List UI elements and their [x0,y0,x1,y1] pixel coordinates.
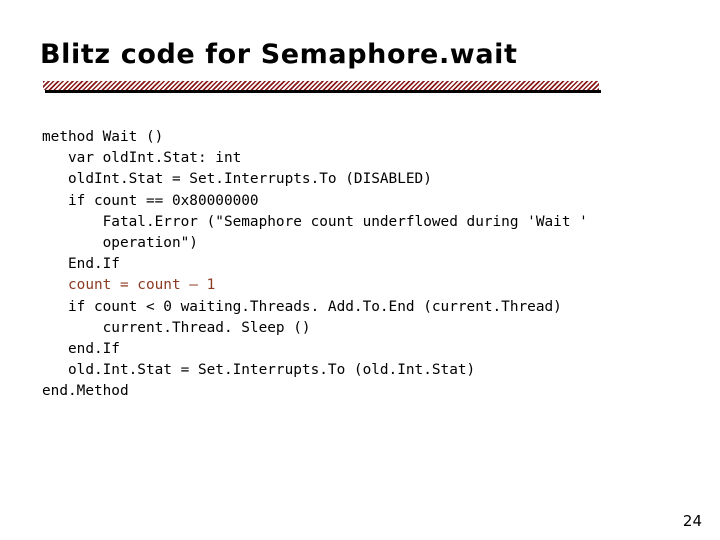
code-line: End.If [42,256,120,273]
code-line: var oldInt.Stat: int [42,150,242,167]
code-line: oldInt.Stat = Set.Interrupts.To (DISABLE… [42,171,432,188]
code-line: operation") [42,234,198,251]
code-line: count = count – 1 [42,277,216,294]
code-line: Fatal.Error ("Semaphore count underflowe… [42,213,588,230]
code-line: current.Thread. Sleep () [42,319,311,336]
code-line: end.Method [42,383,129,400]
code-line: end.If [42,340,120,357]
code-block: method Wait () var oldInt.Stat: int oldI… [42,127,702,402]
code-line: method Wait () [42,129,164,145]
code-line: old.Int.Stat = Set.Interrupts.To (old.In… [42,362,476,379]
page-title: Blitz code for Semaphore.wait [40,39,518,70]
title-divider-shadow [45,90,601,93]
title-divider [43,81,601,93]
title-block: Blitz code for Semaphore.wait [40,38,680,72]
page-number: 24 [682,512,702,530]
code-line: if count == 0x80000000 [42,192,259,209]
code-line: if count < 0 waiting.Threads. Add.To.End… [42,298,562,315]
title-divider-hatch [43,81,599,90]
slide-canvas: Blitz code for Semaphore.wait method Wai… [0,0,720,540]
